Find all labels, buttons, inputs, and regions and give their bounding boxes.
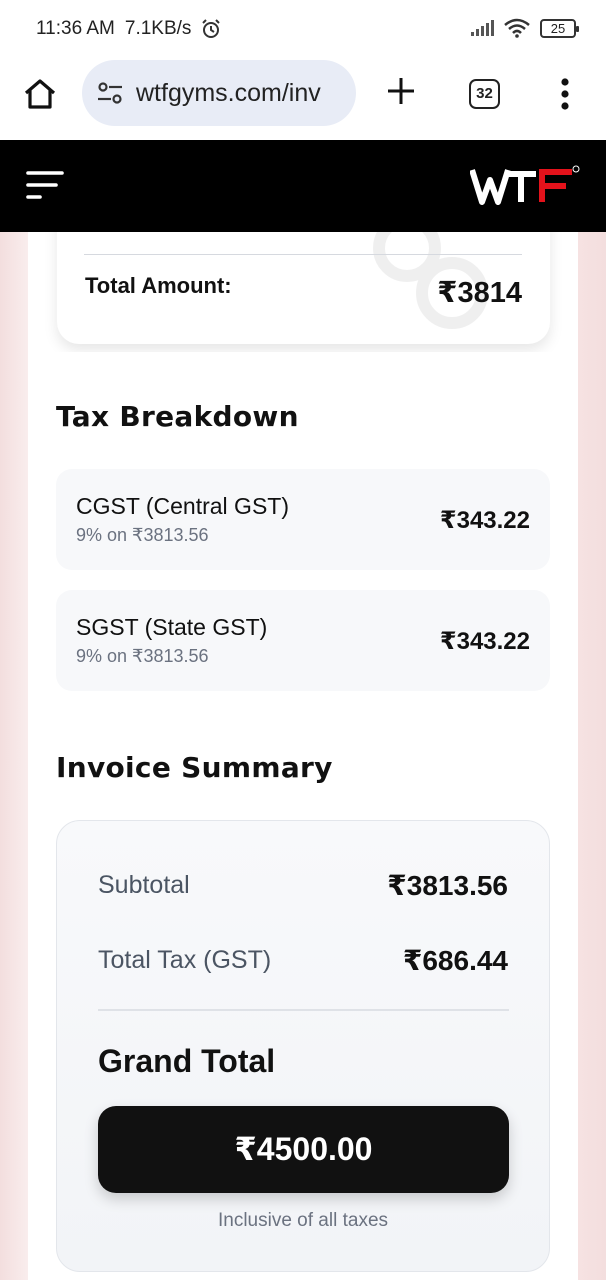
tax-inclusive-note: Inclusive of all taxes <box>217 1210 389 1231</box>
status-bar: 11:36 AM 7.1KB/s 25 <box>0 0 606 58</box>
invoice-summary-card: Subtotal ₹3813.56 Total Tax (GST) ₹686.4… <box>56 820 550 1272</box>
tax-rate: 9% on ₹3813.56 <box>76 525 209 545</box>
card-divider <box>84 254 522 255</box>
site-settings-icon[interactable] <box>96 79 124 107</box>
tabs-button[interactable]: 32 <box>469 79 500 109</box>
tax-name: SGST (State GST) <box>76 614 268 640</box>
tax-breakdown-title: Tax Breakdown <box>56 400 299 433</box>
status-left: 11:36 AM 7.1KB/s <box>36 18 221 40</box>
tax-rate: 9% on ₹3813.56 <box>76 646 209 666</box>
wifi-icon <box>504 18 530 38</box>
home-icon[interactable] <box>22 76 58 112</box>
wtf-logo[interactable] <box>470 164 580 206</box>
tax-row-cgst: CGST (Central GST) 9% on ₹3813.56 ₹343.2… <box>56 469 550 570</box>
plus-icon[interactable] <box>384 74 418 108</box>
more-vert-icon[interactable] <box>560 78 570 110</box>
url-text[interactable]: wtfgyms.com/inv <box>136 79 346 108</box>
grand-total-label: Grand Total <box>98 1043 276 1079</box>
tax-row-sgst: SGST (State GST) 9% on ₹3813.56 ₹343.22 <box>56 590 550 691</box>
tax-amount: ₹343.22 <box>439 507 530 534</box>
tax-amount: ₹343.22 <box>439 628 530 655</box>
status-net-speed: 7.1KB/s <box>124 18 192 39</box>
alarm-icon <box>202 19 221 38</box>
subtotal-label: Subtotal <box>98 871 190 899</box>
total-amount-card: Total Amount: ₹3814 <box>57 232 550 344</box>
tax-name: CGST (Central GST) <box>76 493 289 519</box>
top-card-clip: Total Amount: ₹3814 <box>0 232 606 352</box>
total-tax-value: ₹686.44 <box>402 945 508 976</box>
subtotal-value: ₹3813.56 <box>387 870 508 901</box>
browser-toolbar: wtfgyms.com/inv 32 <box>0 58 606 140</box>
address-bar[interactable]: wtfgyms.com/inv <box>82 60 356 126</box>
summary-divider <box>98 1009 509 1011</box>
total-tax-label: Total Tax (GST) <box>98 946 272 974</box>
signal-icon <box>471 20 494 36</box>
status-time: 11:36 AM <box>36 18 115 39</box>
battery-icon: 25 <box>540 18 579 38</box>
total-amount-label: Total Amount: <box>85 273 232 298</box>
site-header <box>0 140 606 232</box>
invoice-summary-title: Invoice Summary <box>56 751 333 784</box>
total-amount-value: ₹3814 <box>437 277 522 309</box>
hamburger-menu-icon[interactable] <box>26 168 64 202</box>
grand-total-value: ₹4500.00 <box>98 1106 509 1193</box>
status-right: 25 <box>470 18 579 38</box>
